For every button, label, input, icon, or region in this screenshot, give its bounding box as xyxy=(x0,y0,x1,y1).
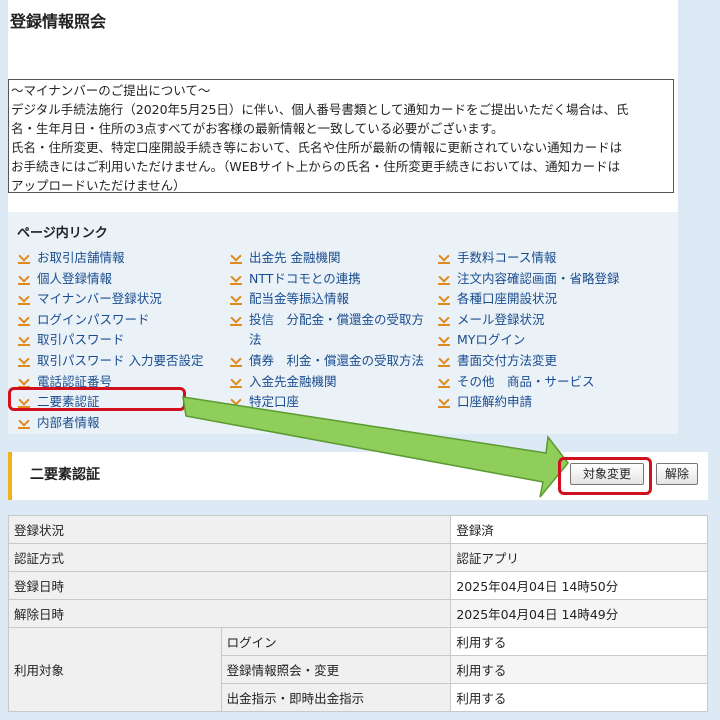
arrow-shape xyxy=(182,396,569,498)
highlight-change-button xyxy=(558,457,652,495)
annotation-arrow xyxy=(182,396,569,498)
